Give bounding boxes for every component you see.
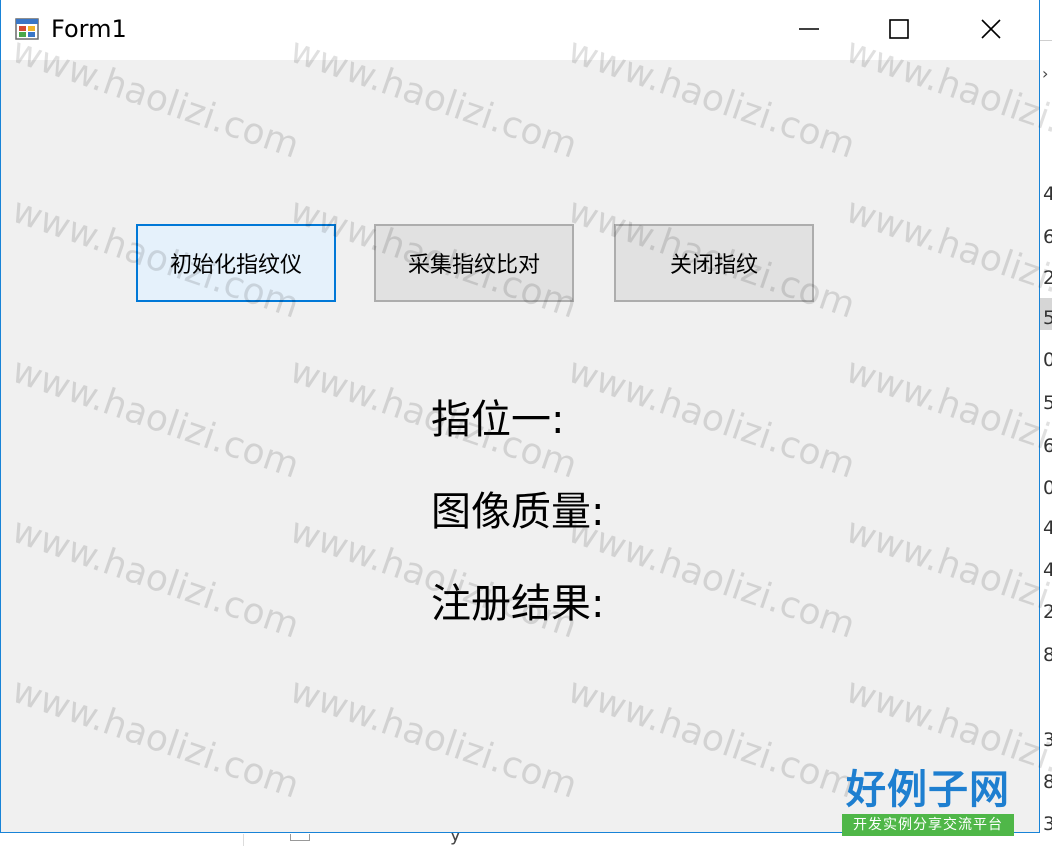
background-line-number: 8: [1043, 644, 1052, 666]
background-line-number: 27: [1043, 267, 1052, 289]
form-client-area: 初始化指纹仪 采集指纹比对 关闭指纹 指位一: 图像质量: 注册结果:: [1, 60, 1039, 832]
background-editor-strip: › 47 6 27 59 09 59 6 09 43 43 29 8 32 8 …: [1040, 0, 1052, 846]
background-line-number: 43: [1043, 559, 1052, 581]
background-line-number: 8: [1043, 771, 1052, 793]
collect-compare-button[interactable]: 采集指纹比对: [374, 224, 574, 302]
background-line-number: 32: [1043, 813, 1052, 835]
background-line-number: 09: [1043, 477, 1052, 499]
background-line-number: 6: [1043, 435, 1052, 457]
desktop: › 47 6 27 59 09 59 6 09 43 43 29 8 32 8 …: [0, 0, 1052, 846]
image-quality-label: 图像质量:: [431, 489, 605, 535]
background-divider: [1040, 40, 1052, 41]
title-bar[interactable]: Form1: [1, 0, 1039, 60]
finger-position-label: 指位一:: [431, 397, 565, 443]
site-logo: 好例子网 开发实例分享交流平台: [840, 766, 1016, 838]
chevron-right-icon: ›: [1042, 64, 1049, 83]
form1-window: Form1 初始化指纹仪 采集指纹比对 关闭指纹 指位一: 图像质量: 注册结果…: [0, 0, 1040, 833]
logo-subtitle: 开发实例分享交流平台: [842, 814, 1014, 836]
window-title: Form1: [51, 15, 127, 43]
background-line-number: 09: [1043, 349, 1052, 371]
close-icon: [980, 18, 1002, 40]
background-line-number: 47: [1043, 183, 1052, 205]
logo-title: 好例子网: [846, 767, 1010, 813]
background-separator: [243, 834, 244, 846]
background-line-number: 29: [1043, 601, 1052, 623]
init-fingerprint-button[interactable]: 初始化指纹仪: [136, 224, 336, 302]
background-line-number: 32: [1043, 729, 1052, 751]
background-line-number: 6: [1043, 226, 1052, 248]
background-line-number: 43: [1043, 517, 1052, 539]
background-checkbox-fragment: [290, 834, 310, 841]
maximize-icon: [888, 18, 910, 40]
close-fingerprint-button[interactable]: 关闭指纹: [614, 224, 814, 302]
register-result-label: 注册结果:: [431, 581, 605, 627]
close-button[interactable]: [945, 0, 1037, 58]
minimize-button[interactable]: [763, 0, 855, 58]
app-icon: [15, 16, 41, 42]
minimize-icon: [798, 18, 820, 40]
background-line-number: 59: [1043, 307, 1052, 329]
background-line-number: 59: [1043, 392, 1052, 414]
maximize-button[interactable]: [853, 0, 945, 58]
